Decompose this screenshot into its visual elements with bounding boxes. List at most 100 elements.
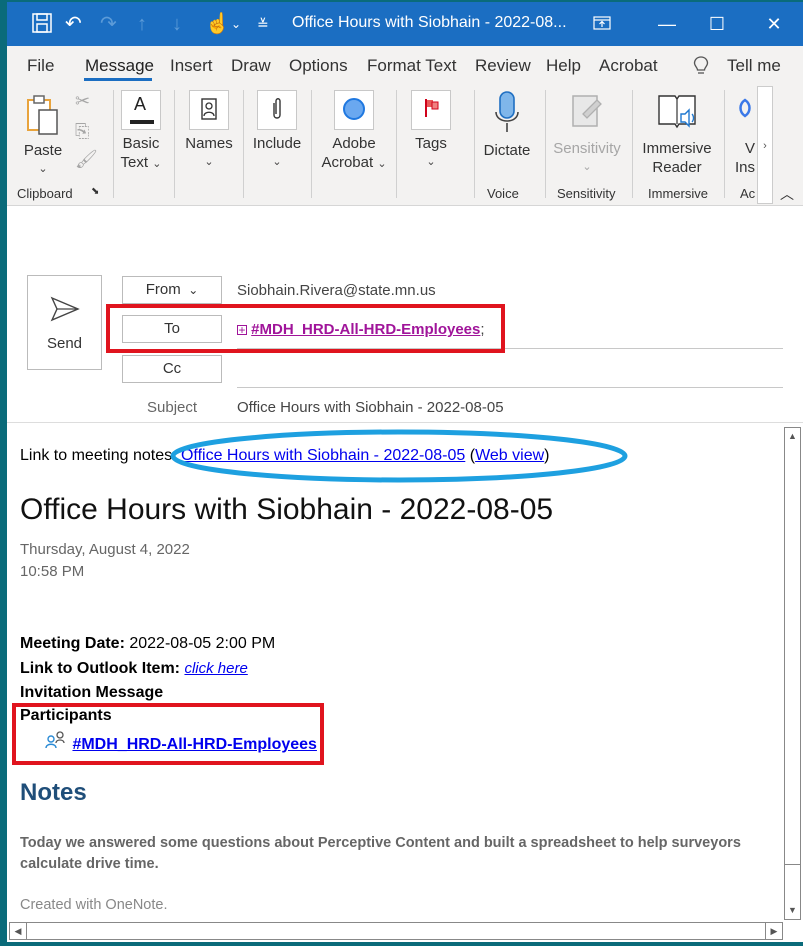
outlook-compose-window: ↶ ↷ ↑ ↓ ☝ ⌄ ≚ Office Hours with Siobhain… [7, 2, 803, 942]
separator [724, 90, 725, 198]
adobe-label-2: Acrobat [321, 154, 374, 171]
subject-input[interactable]: Office Hours with Siobhain - 2022-08-05 [237, 399, 504, 416]
separator [113, 90, 114, 198]
close-button[interactable]: ✕ [759, 10, 789, 38]
sensitivity-icon [572, 95, 602, 127]
basic-text-label-1: Basic [122, 135, 160, 152]
ribbon-tabs: File Message Insert Draw Options Format … [7, 46, 803, 86]
notes-text: Today we answered some questions about P… [20, 835, 741, 872]
minimize-button[interactable]: — [652, 10, 682, 38]
separator [474, 90, 475, 198]
clipboard-launcher-icon[interactable]: ⬊ [91, 186, 99, 197]
paste-label: Paste [23, 142, 63, 159]
compose-header: Send From ⌄ Siobhain.Rivera@state.mn.us … [7, 207, 803, 422]
tab-format-text[interactable]: Format Text [367, 56, 456, 76]
tags-button[interactable]: Tags ⌄ [405, 90, 457, 172]
ribbon-display-options-button[interactable] [587, 10, 617, 38]
separator [311, 90, 312, 198]
clipboard-icon [27, 95, 58, 135]
customize-quick-access-icon[interactable]: ≚ [257, 12, 269, 36]
dropdown-chevron-icon[interactable]: ⌄ [231, 12, 241, 36]
scroll-thumb[interactable] [785, 445, 800, 865]
save-icon[interactable] [31, 12, 53, 40]
maximize-button[interactable]: ☐ [702, 10, 732, 38]
ribbon: Paste ⌄ ✂ ⎘ 🖌 Clipboard ⬊ A Basic Text ⌄… [7, 86, 803, 206]
scroll-right-arrow-icon[interactable]: ▶ [766, 923, 782, 939]
up-arrow-icon[interactable]: ↑ [137, 12, 147, 36]
created-with-onenote: Created with OneNote. [20, 897, 168, 913]
viva-insights-button[interactable]: V Ins [735, 92, 759, 177]
collapse-ribbon-icon[interactable]: ︿ [780, 184, 794, 204]
send-label: Send [46, 335, 83, 352]
horizontal-scroll-thumb[interactable] [26, 923, 766, 939]
participants-highlight-box [12, 703, 324, 765]
redo-icon[interactable]: ↷ [100, 12, 117, 36]
include-button[interactable]: Include ⌄ [251, 90, 303, 172]
horizontal-scrollbar[interactable]: ◀ ▶ [9, 922, 783, 940]
microphone-icon [495, 91, 519, 132]
sensitivity-button[interactable]: Sensitivity ⌄ [549, 90, 625, 177]
viva-label-2: Ins [735, 159, 756, 176]
notes-heading: Notes [20, 779, 87, 806]
lightbulb-icon[interactable] [693, 56, 709, 81]
group-label-sensitivity: Sensitivity [557, 186, 616, 201]
chevron-down-icon: ⌄ [184, 283, 199, 297]
tab-options[interactable]: Options [289, 56, 348, 76]
click-here-link[interactable]: click here [184, 660, 247, 677]
vertical-scrollbar[interactable]: ▲ ▼ [784, 427, 801, 920]
scroll-up-arrow-icon[interactable]: ▲ [785, 428, 800, 445]
tab-file[interactable]: File [27, 56, 54, 76]
tab-message[interactable]: Message [85, 56, 154, 76]
separator [174, 90, 175, 198]
cut-icon[interactable]: ✂ [75, 92, 90, 111]
names-label: Names [185, 135, 233, 152]
format-painter-icon[interactable]: 🖌 [75, 150, 98, 169]
copy-icon[interactable]: ⎘ [75, 122, 89, 141]
separator [396, 90, 397, 198]
immersive-reader-icon [658, 95, 696, 129]
immersive-reader-button[interactable]: Immersive Reader [637, 90, 717, 177]
from-value: Siobhain.Rivera@state.mn.us [237, 282, 436, 299]
dictate-button[interactable]: Dictate [477, 90, 537, 160]
names-button[interactable]: Names ⌄ [183, 90, 235, 172]
separator [632, 90, 633, 198]
immersive-label-2: Reader [652, 159, 702, 176]
note-date: Thursday, August 4, 2022 [20, 541, 190, 558]
cc-input[interactable] [237, 357, 777, 383]
paperclip-icon [257, 90, 297, 130]
basic-text-label-2: Text [120, 154, 149, 171]
cc-button[interactable]: Cc [122, 355, 222, 383]
send-button[interactable]: Send [27, 275, 102, 370]
include-label: Include [252, 135, 302, 152]
tell-me-search[interactable]: Tell me [727, 56, 781, 76]
message-body[interactable]: Link to meeting notes: Office Hours with… [7, 422, 803, 942]
paste-button[interactable]: Paste ⌄ [21, 92, 65, 179]
touch-mode-icon[interactable]: ☝ [205, 12, 230, 36]
ribbon-scroll-right-button[interactable]: › [757, 86, 773, 204]
tab-help[interactable]: Help [546, 56, 581, 76]
separator [243, 90, 244, 198]
link-prefix: Link to meeting notes: [20, 447, 181, 464]
group-label-voice: Voice [487, 186, 519, 201]
viva-label-1: V [745, 140, 756, 157]
tab-draw[interactable]: Draw [231, 56, 271, 76]
group-label-immersive: Immersive [648, 186, 708, 201]
dictate-label: Dictate [483, 142, 531, 159]
down-arrow-icon[interactable]: ↓ [172, 12, 182, 36]
basic-text-button[interactable]: A Basic Text ⌄ [119, 90, 163, 174]
font-color-icon: A [121, 90, 161, 130]
scroll-left-arrow-icon[interactable]: ◀ [10, 923, 26, 939]
undo-icon[interactable]: ↶ [65, 12, 82, 36]
scroll-down-arrow-icon[interactable]: ▼ [785, 902, 800, 919]
subject-label: Subject [147, 399, 198, 416]
title-bar: ↶ ↷ ↑ ↓ ☝ ⌄ ≚ Office Hours with Siobhain… [7, 2, 803, 46]
from-button[interactable]: From ⌄ [122, 276, 222, 304]
cc-underline [237, 387, 783, 388]
flag-icon [411, 90, 451, 130]
viva-insights-icon [739, 98, 751, 118]
tab-insert[interactable]: Insert [170, 56, 213, 76]
tab-acrobat[interactable]: Acrobat [599, 56, 658, 76]
tab-review[interactable]: Review [475, 56, 531, 76]
adobe-acrobat-button[interactable]: Adobe Acrobat ⌄ [319, 90, 389, 174]
blue-highlight-ellipse [170, 429, 628, 483]
